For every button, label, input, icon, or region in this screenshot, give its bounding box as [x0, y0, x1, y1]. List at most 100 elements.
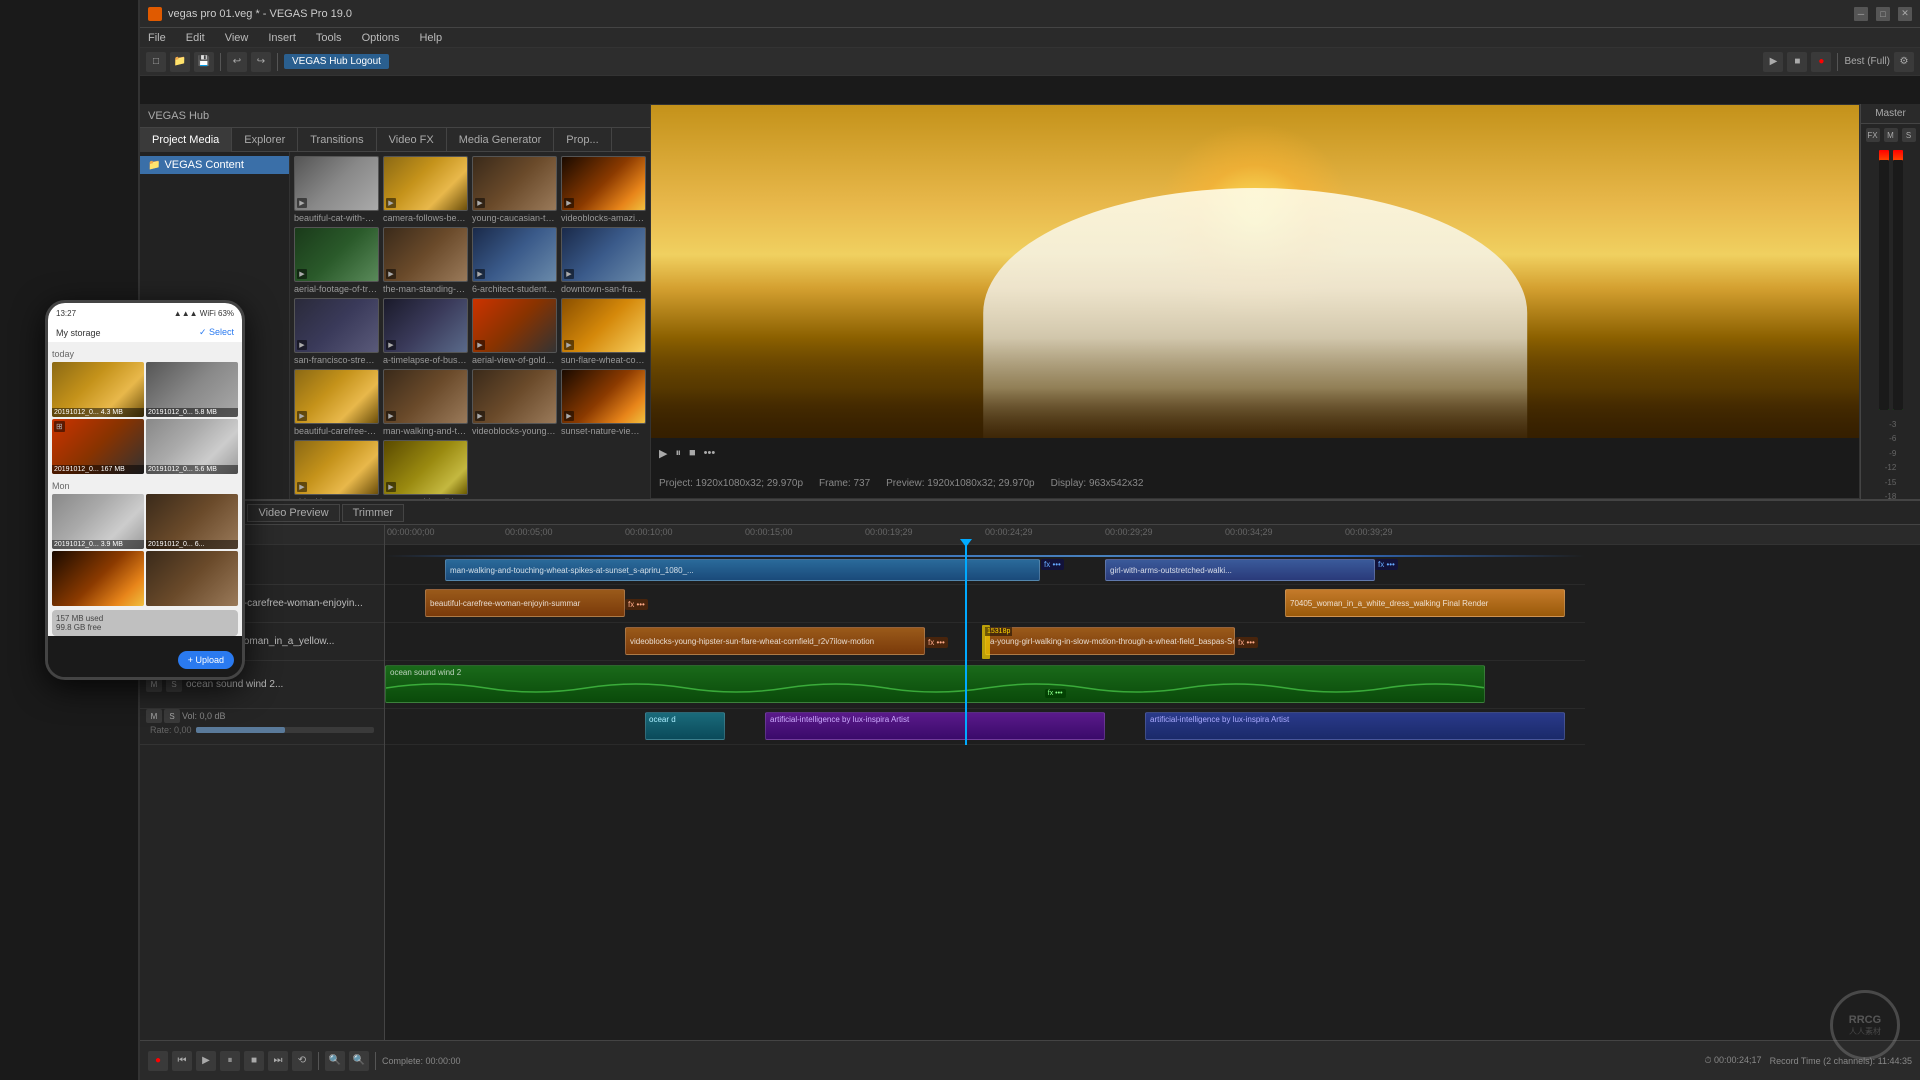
close-button[interactable]: ✕: [1898, 7, 1912, 21]
tab-media-gen[interactable]: Media Generator: [447, 128, 555, 152]
audio-clip-green[interactable]: ocean sound wind 2 fx •••: [385, 665, 1485, 703]
media-thumb-15[interactable]: ▶sunset-nature-view-...: [561, 369, 646, 436]
bt-loop[interactable]: ⟲: [292, 1051, 312, 1071]
thumb-video-icon-9: ▶: [386, 340, 396, 350]
clip-fx-1[interactable]: fx •••: [1041, 559, 1064, 570]
clip-purple-1[interactable]: artificial-intelligence by lux-inspira A…: [765, 712, 1105, 740]
phone-thumb-4[interactable]: 20191012_0... 5.6 MB: [146, 419, 238, 474]
preview-stop[interactable]: ■: [689, 447, 696, 459]
clip-3-1[interactable]: videoblocks-young-hipster-sun-flare-whea…: [625, 627, 925, 655]
clip-teal[interactable]: ocear d: [645, 712, 725, 740]
audio-fx[interactable]: fx •••: [1045, 689, 1066, 698]
bt-rec[interactable]: ●: [148, 1051, 168, 1071]
minimize-button[interactable]: ─: [1854, 7, 1868, 21]
media-thumb-14[interactable]: ▶videoblocks-young-h...: [472, 369, 557, 436]
bt-zoom-out[interactable]: 🔍: [349, 1051, 369, 1071]
clips-area[interactable]: 00:00:00;00 00:00:05;00 00:00:10;00 00:0…: [385, 525, 1920, 1040]
clip-fx-5[interactable]: fx •••: [1235, 637, 1258, 648]
vegas-hub-button[interactable]: VEGAS Hub Logout: [284, 54, 389, 69]
media-thumb-9[interactable]: ▶a-timelapse-of-busy-...: [383, 298, 468, 365]
phone-thumb-4-info: 20191012_0... 5.6 MB: [146, 465, 238, 474]
display-info: Display: 963x542x32: [1051, 478, 1144, 489]
redo-button[interactable]: ↪: [251, 52, 271, 72]
phone-today-grid: 20191012_0... 4.3 MB 20191012_0... 5.8 M…: [52, 362, 238, 474]
new-button[interactable]: □: [146, 52, 166, 72]
phone-thumb-3[interactable]: ⊞ 20191012_0... 167 MB: [52, 419, 144, 474]
clip-fx-2[interactable]: fx •••: [1375, 559, 1398, 570]
media-thumb-label-1: camera-follows-bea...: [383, 213, 468, 223]
master-fx[interactable]: FX: [1866, 128, 1880, 142]
track5-m[interactable]: M: [146, 709, 162, 723]
phone-thumb-1-info: 20191012_0... 4.3 MB: [52, 408, 144, 417]
open-button[interactable]: 📁: [170, 52, 190, 72]
preview-more[interactable]: •••: [704, 447, 716, 459]
maximize-button[interactable]: □: [1876, 7, 1890, 21]
clip-2-1[interactable]: beautiful-carefree-woman-enjoyin-summar: [425, 589, 625, 617]
media-thumb-12[interactable]: ▶beautiful-carefree-w...: [294, 369, 379, 436]
phone-thumb-6[interactable]: 20191012_0... 6...: [146, 494, 238, 549]
tab-video-preview[interactable]: Video Preview: [247, 504, 339, 522]
tab-transitions[interactable]: Transitions: [298, 128, 376, 152]
clip-fx-4[interactable]: fx •••: [925, 637, 948, 648]
clip-3-2[interactable]: a-young-girl-walking-in-slow-motion-thro…: [985, 627, 1235, 655]
menu-item-options[interactable]: Options: [358, 32, 404, 44]
preview-play[interactable]: ▶: [659, 447, 667, 460]
bt-zoom-in[interactable]: 🔍: [325, 1051, 345, 1071]
phone-thumb-7[interactable]: [52, 551, 144, 606]
menu-item-file[interactable]: File: [144, 32, 170, 44]
phone-thumb-8[interactable]: [146, 551, 238, 606]
master-m[interactable]: M: [1884, 128, 1898, 142]
phone-thumb-2[interactable]: 20191012_0... 5.8 MB: [146, 362, 238, 417]
master-s[interactable]: S: [1902, 128, 1916, 142]
clip-1-2[interactable]: girl-with-arms-outstretched-walki...: [1105, 559, 1375, 581]
preview-quality[interactable]: Best (Full): [1844, 56, 1890, 67]
media-thumb-7[interactable]: ▶downtown-san-franci...: [561, 227, 646, 294]
media-thumb-16[interactable]: ▶girl-with-arms-outstr...: [294, 440, 379, 499]
phone-thumb-5[interactable]: 20191012_0... 3.9 MB: [52, 494, 144, 549]
tab-trimmer[interactable]: Trimmer: [342, 504, 405, 522]
media-thumb-10[interactable]: ▶aerial-view-of-golde...: [472, 298, 557, 365]
menu-item-help[interactable]: Help: [415, 32, 446, 44]
menu-item-insert[interactable]: Insert: [264, 32, 300, 44]
media-thumb-0[interactable]: ▶beautiful-cat-with-gr...: [294, 156, 379, 223]
track5-s[interactable]: S: [164, 709, 180, 723]
phone-select-label[interactable]: ✓ Select: [199, 327, 234, 338]
media-thumb-2[interactable]: ▶young-caucasian-to...: [472, 156, 557, 223]
tab-project-media[interactable]: Project Media: [140, 128, 232, 152]
media-thumb-6[interactable]: ▶6-architect-student-d...: [472, 227, 557, 294]
media-thumb-4[interactable]: ▶aerial-footage-of-troll...: [294, 227, 379, 294]
phone-upload-btn[interactable]: + Upload: [178, 651, 234, 669]
clip-fx-3[interactable]: fx •••: [625, 599, 648, 610]
media-thumb-5[interactable]: ▶the-man-standing-on...: [383, 227, 468, 294]
save-button[interactable]: 💾: [194, 52, 214, 72]
media-thumb-1[interactable]: ▶camera-follows-bea...: [383, 156, 468, 223]
preview-pause[interactable]: ⏸: [675, 447, 681, 460]
menu-item-edit[interactable]: Edit: [182, 32, 209, 44]
media-thumb-11[interactable]: ▶sun-flare-wheat-com...: [561, 298, 646, 365]
bt-prev-frame[interactable]: ⏮: [172, 1051, 192, 1071]
media-thumb-13[interactable]: ▶man-walking-and-to...: [383, 369, 468, 436]
clip-blue-2[interactable]: artificial-intelligence by lux-inspira A…: [1145, 712, 1565, 740]
clip-1-1[interactable]: man-walking-and-touching-wheat-spikes-at…: [445, 559, 1040, 581]
settings-button[interactable]: ⚙: [1894, 52, 1914, 72]
play-button[interactable]: ▶: [1763, 52, 1783, 72]
tab-video-fx[interactable]: Video FX: [377, 128, 447, 152]
record-button[interactable]: ●: [1811, 52, 1831, 72]
media-thumb-3[interactable]: ▶videoblocks-amazin...: [561, 156, 646, 223]
clip-2-2[interactable]: 70405_woman_in_a_white_dress_walking Fin…: [1285, 589, 1565, 617]
tab-prop[interactable]: Prop...: [554, 128, 611, 152]
bt-pause[interactable]: ⏸: [220, 1051, 240, 1071]
phone-thumb-2-info: 20191012_0... 5.8 MB: [146, 408, 238, 417]
menu-item-tools[interactable]: Tools: [312, 32, 346, 44]
tab-explorer[interactable]: Explorer: [232, 128, 298, 152]
phone-thumb-1[interactable]: 20191012_0... 4.3 MB: [52, 362, 144, 417]
undo-button[interactable]: ↩: [227, 52, 247, 72]
bt-next-frame[interactable]: ⏭: [268, 1051, 288, 1071]
stop-button[interactable]: ■: [1787, 52, 1807, 72]
bt-play[interactable]: ▶: [196, 1051, 216, 1071]
media-thumb-8[interactable]: ▶san-francisco-street-...: [294, 298, 379, 365]
bt-stop[interactable]: ■: [244, 1051, 264, 1071]
folder-vegas-content[interactable]: 📁 VEGAS Content: [140, 156, 289, 174]
media-thumb-17[interactable]: ▶a-young-girl-walking-...: [383, 440, 468, 499]
menu-item-view[interactable]: View: [221, 32, 253, 44]
